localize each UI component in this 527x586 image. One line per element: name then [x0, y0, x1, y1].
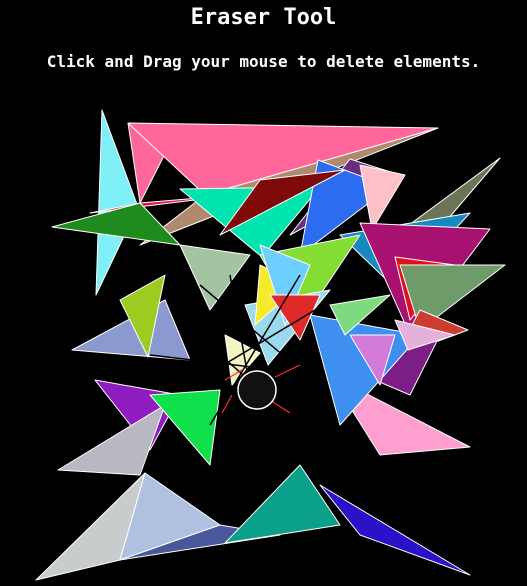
deletable-triangle[interactable] — [179, 244, 251, 311]
drawing-canvas[interactable] — [0, 95, 527, 586]
deletable-triangle[interactable] — [57, 404, 166, 476]
deletable-triangle[interactable] — [359, 164, 406, 231]
eraser-hit-outline — [274, 364, 301, 378]
shape-layer[interactable] — [0, 95, 527, 586]
instructions-text: Click and Drag your mouse to delete elem… — [46, 52, 481, 71]
deletable-triangle[interactable] — [319, 484, 471, 576]
deletable-triangle[interactable] — [35, 472, 146, 581]
eraser-hit-outline — [269, 399, 291, 414]
page-title: Eraser Tool — [190, 5, 337, 30]
deletable-triangle[interactable] — [224, 464, 341, 544]
eraser-cursor-icon[interactable] — [237, 370, 277, 410]
